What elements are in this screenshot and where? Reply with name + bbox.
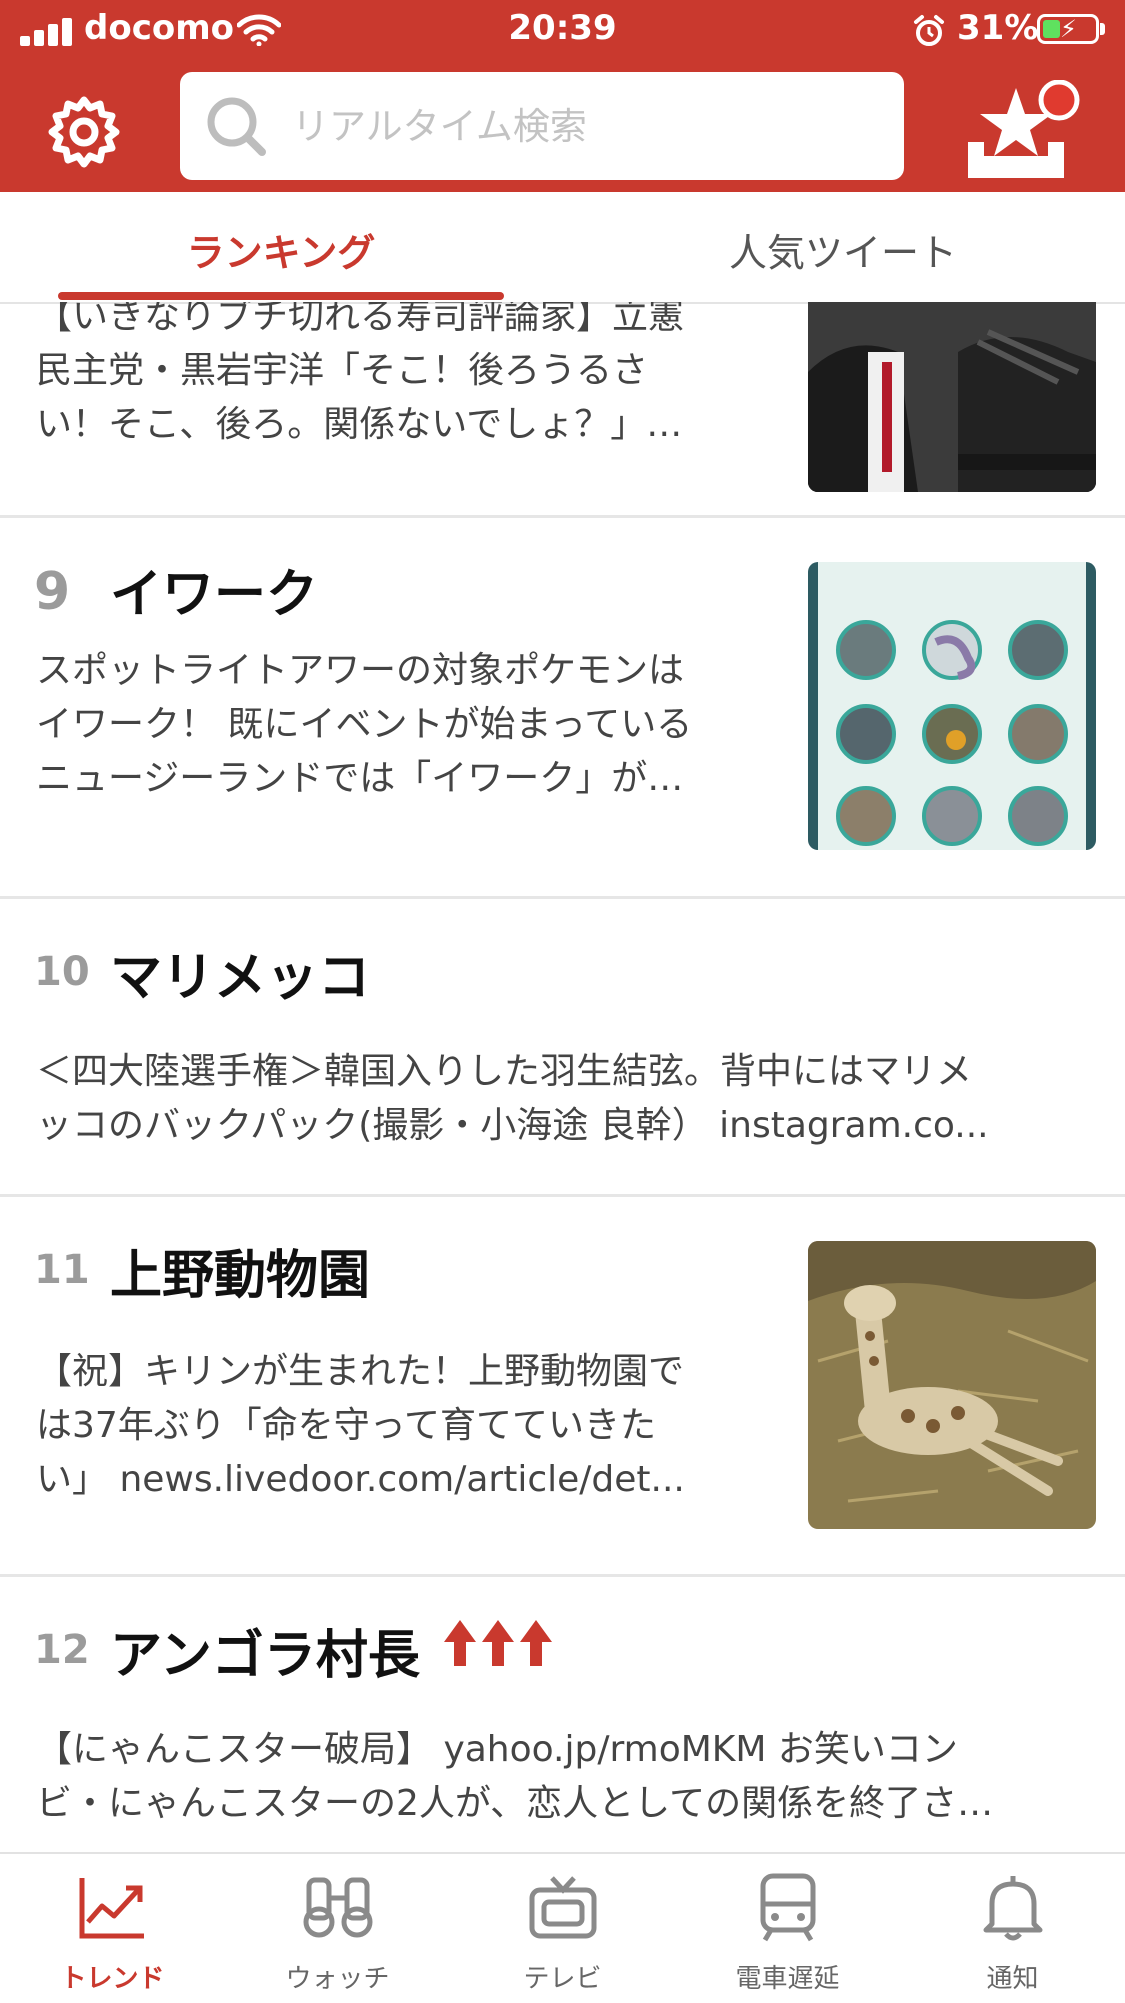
list-item[interactable]: 9 イワーク スポットライトアワーの対象ポケモンは イワーク！ 既にイベントが始…: [0, 518, 1125, 899]
active-tab-indicator: [58, 292, 504, 300]
nav-train-delay[interactable]: 電車遅延: [675, 1854, 900, 2003]
search-box[interactable]: [180, 72, 904, 180]
item-rank: 12: [34, 1627, 90, 1673]
description-line: ＜四大陸選手権＞韓国入りした羽生結弦。背中にはマリメ: [36, 1051, 973, 1092]
description-line: ビ・にゃんこスターの2人が、恋人としての関係を終了さ…: [36, 1783, 994, 1824]
item-thumbnail: [808, 562, 1096, 850]
battery-cap: [1100, 23, 1105, 35]
description-line: スポットライトアワーの対象ポケモンは: [36, 650, 685, 691]
nav-trend[interactable]: トレンド: [0, 1854, 225, 2003]
battery-icon: ⚡: [1037, 14, 1099, 44]
nav-tv[interactable]: テレビ: [450, 1854, 675, 2003]
trend-chart-icon: [79, 1878, 144, 1939]
list-item[interactable]: 【いきなりブチ切れる寿司評論家】立憲 民主党・黒岩宇洋「そこ！後ろうるさ い！そ…: [0, 302, 1125, 518]
nav-label: 電車遅延: [735, 1964, 840, 1994]
nav-label: 通知: [986, 1964, 1039, 1994]
description-line: イワーク！ 既にイベントが始まっている: [36, 704, 693, 745]
nav-label: トレンド: [60, 1964, 165, 1994]
nav-notifications[interactable]: 通知: [900, 1854, 1125, 2003]
description-line: い！そこ、後ろ。関係ないでしょ？」…: [36, 404, 683, 445]
item-description: スポットライトアワーの対象ポケモンは イワーク！ 既にイベントが始まっている ニ…: [36, 644, 692, 806]
tab-bar: ランキング 人気ツイート: [0, 192, 1125, 304]
description-line: ニュージーランドでは「イワーク」が…: [36, 758, 684, 799]
settings-gear-icon[interactable]: [46, 94, 122, 170]
item-rank: 10: [34, 949, 90, 995]
description-line: 【にゃんこスター破局】 yahoo.jp/rmoMKM お笑いコン: [36, 1729, 958, 1770]
app-header: docomo 20:39 31% ⚡: [0, 0, 1125, 192]
tab-ranking[interactable]: ランキング: [0, 222, 562, 277]
trend-list: 【いきなりブチ切れる寿司評論家】立憲 民主党・黒岩宇洋「そこ！後ろうるさ い！そ…: [0, 302, 1125, 1852]
item-description: 【祝】キリンが生まれた！上野動物園で は37年ぶり「命を守って育てていきた い」…: [36, 1345, 685, 1507]
alarm-icon: [914, 15, 944, 46]
description-line: い」 news.livedoor.com/article/det...: [36, 1459, 685, 1500]
item-description: 【いきなりブチ切れる寿司評論家】立憲 民主党・黒岩宇洋「そこ！後ろうるさ い！そ…: [36, 302, 684, 452]
search-icon: [207, 97, 266, 156]
bottom-navigation: トレンド ウォッチ テレビ 電車遅延 通知: [0, 1852, 1125, 2003]
description-line: 民主党・黒岩宇洋「そこ！後ろうるさ: [36, 350, 649, 391]
nav-label: ウォッチ: [285, 1964, 390, 1994]
item-title: マリメッコ: [110, 948, 371, 1008]
list-item[interactable]: 12 アンゴラ村長 【にゃんこスター破局】 yahoo.jp/rmoMKM お笑…: [0, 1577, 1125, 1852]
description-line: ッコのバックパック(撮影・小海途 良幹） instagram.co...: [36, 1105, 989, 1146]
battery-percentage: 31%: [957, 8, 1039, 48]
tv-icon: [529, 1876, 597, 1939]
item-title: 上野動物園: [110, 1246, 371, 1306]
description-line: 【いきなりブチ切れる寿司評論家】立憲: [36, 302, 685, 337]
item-description: ＜四大陸選手権＞韓国入りした羽生結弦。背中にはマリメ ッコのバックパック(撮影・…: [36, 1045, 989, 1153]
item-rank: 11: [34, 1247, 90, 1293]
item-thumbnail: [808, 302, 1096, 492]
item-title: イワーク: [110, 565, 319, 625]
search-input[interactable]: [290, 92, 874, 160]
tab-popular-tweets[interactable]: 人気ツイート: [562, 222, 1124, 277]
list-item[interactable]: 11 上野動物園 【祝】キリンが生まれた！上野動物園で は37年ぶり「命を守って…: [0, 1197, 1125, 1577]
status-bar: docomo 20:39 31% ⚡: [0, 0, 1125, 60]
item-description: 【にゃんこスター破局】 yahoo.jp/rmoMKM お笑いコン ビ・にゃんこ…: [36, 1723, 993, 1831]
nav-watch[interactable]: ウォッチ: [225, 1854, 450, 2003]
binoculars-icon: [303, 1877, 373, 1938]
item-title: アンゴラ村長: [110, 1626, 420, 1686]
bell-icon: [983, 1876, 1043, 1941]
description-line: 【祝】キリンが生まれた！上野動物園で: [36, 1351, 685, 1392]
list-item[interactable]: 10 マリメッコ ＜四大陸選手権＞韓国入りした羽生結弦。背中にはマリメ ッコのバ…: [0, 899, 1125, 1197]
item-thumbnail: [808, 1241, 1096, 1529]
description-line: は37年ぶり「命を守って育てていきた: [36, 1405, 657, 1446]
item-rank: 9: [34, 562, 71, 622]
train-icon: [760, 1873, 816, 1942]
favorite-star-icon[interactable]: [964, 80, 1080, 180]
nav-label: テレビ: [523, 1964, 602, 1994]
triple-up-arrow-icon: [444, 1620, 552, 1666]
